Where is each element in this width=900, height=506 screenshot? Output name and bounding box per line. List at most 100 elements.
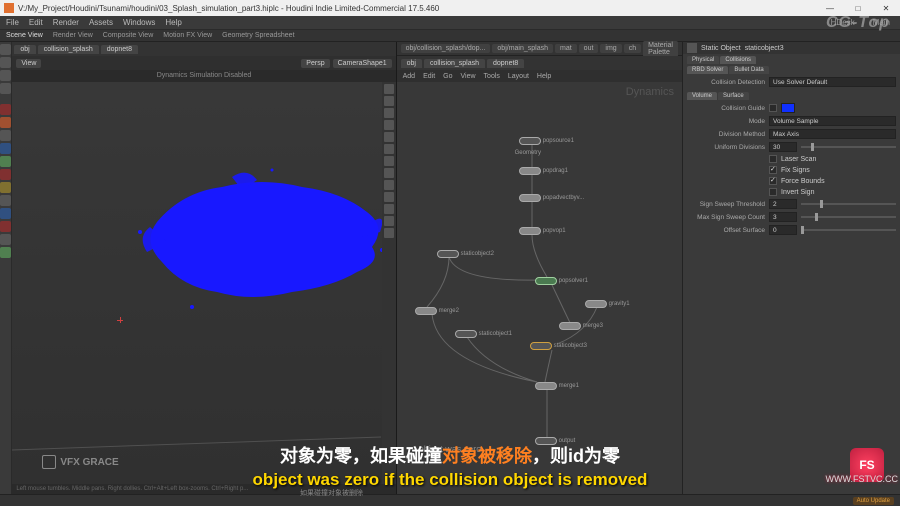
path-seg-dopnet[interactable]: dopnet8	[101, 45, 138, 54]
display-option-icon[interactable]	[384, 204, 394, 214]
minimize-button[interactable]: —	[820, 4, 840, 13]
move-tool-icon[interactable]	[0, 57, 11, 68]
net-menu-help[interactable]: Help	[537, 73, 551, 80]
display-option-icon[interactable]	[384, 168, 394, 178]
path-seg[interactable]: Material Palette	[643, 41, 678, 57]
path-seg-collision[interactable]: collision_splash	[38, 45, 99, 54]
tool-icon[interactable]	[0, 104, 11, 115]
tab-scene-view[interactable]: Scene View	[6, 32, 43, 39]
field-collision-detection[interactable]: Use Solver Default	[769, 77, 896, 87]
tab-motion-fx[interactable]: Motion FX View	[163, 32, 212, 39]
select-tool-icon[interactable]	[0, 44, 11, 55]
network-editor[interactable]: Dynamics popsource1 Geometry	[397, 82, 682, 494]
checkbox-force-bounds[interactable]	[769, 177, 777, 185]
display-option-icon[interactable]	[384, 108, 394, 118]
node-staticobject3[interactable]: staticobject3	[530, 342, 587, 350]
net-menu-edit[interactable]: Edit	[423, 73, 435, 80]
tool-icon[interactable]	[0, 143, 11, 154]
camera-menu-persp[interactable]: Persp	[301, 59, 329, 68]
field-max-sign-sweep[interactable]: 3	[769, 212, 797, 222]
field-mode[interactable]: Volume Sample	[769, 116, 896, 126]
node-merge1[interactable]: merge1	[535, 382, 579, 390]
maximize-button[interactable]: □	[848, 4, 868, 13]
checkbox-fix-signs[interactable]	[769, 166, 777, 174]
tool-icon[interactable]	[0, 208, 11, 219]
path-seg[interactable]: out	[579, 44, 599, 53]
tab-geo-spreadsheet[interactable]: Geometry Spreadsheet	[222, 32, 294, 39]
menu-file[interactable]: File	[6, 18, 19, 27]
display-option-icon[interactable]	[384, 96, 394, 106]
tool-icon[interactable]	[0, 156, 11, 167]
menu-edit[interactable]: Edit	[29, 18, 43, 27]
path-seg[interactable]: img	[600, 44, 621, 53]
node-staticobject1[interactable]: staticobject1	[455, 330, 512, 338]
auto-update-button[interactable]: Auto Update	[853, 497, 894, 505]
path-seg-obj[interactable]: obj	[14, 45, 35, 54]
checkbox-laser-scan[interactable]	[769, 155, 777, 163]
camera-menu-cam[interactable]: CameraShape1	[333, 59, 392, 68]
param-node-name[interactable]: staticobject3	[745, 45, 896, 52]
color-swatch-guide[interactable]	[781, 103, 795, 113]
param-tab-bullet[interactable]: Bullet Data	[729, 66, 768, 74]
tool-icon[interactable]	[0, 195, 11, 206]
node-popvop1[interactable]: popvop1	[519, 227, 566, 235]
rotate-tool-icon[interactable]	[0, 70, 11, 81]
param-tab-surface[interactable]: Surface	[718, 92, 749, 100]
scale-tool-icon[interactable]	[0, 83, 11, 94]
node-staticobject2[interactable]: staticobject2	[437, 250, 494, 258]
display-option-icon[interactable]	[384, 180, 394, 190]
node-merge3[interactable]: merge3	[559, 322, 603, 330]
slider-sign-sweep[interactable]	[801, 203, 896, 205]
node-popdrag1[interactable]: popdrag1	[519, 167, 568, 175]
net-menu-tools[interactable]: Tools	[484, 73, 500, 80]
path-seg[interactable]: obj/collision_splash/dop...	[401, 44, 491, 53]
node-popsolver1[interactable]: popsolver1	[535, 277, 588, 285]
checkbox-collision-guide[interactable]	[769, 104, 777, 112]
tool-icon[interactable]	[0, 247, 11, 258]
slider-uniform-divisions[interactable]	[801, 146, 896, 148]
slider-max-sign-sweep[interactable]	[801, 216, 896, 218]
node-popsource1[interactable]: popsource1	[519, 137, 574, 145]
display-option-icon[interactable]	[384, 228, 394, 238]
3d-viewport[interactable]: VFX GRACE	[12, 82, 381, 484]
field-division-method[interactable]: Max Axis	[769, 129, 896, 139]
node-gravity1[interactable]: gravity1	[585, 300, 630, 308]
close-button[interactable]: ✕	[876, 4, 896, 13]
param-tab-volume[interactable]: Volume	[687, 92, 717, 100]
tool-icon[interactable]	[0, 234, 11, 245]
tool-icon[interactable]	[0, 169, 11, 180]
checkbox-invert-sign[interactable]	[769, 188, 777, 196]
node-merge2[interactable]: merge2	[415, 307, 459, 315]
tab-render-view[interactable]: Render View	[53, 32, 93, 39]
node-geometry[interactable]: Geometry	[515, 150, 541, 156]
tab-composite-view[interactable]: Composite View	[103, 32, 153, 39]
path-seg[interactable]: mat	[555, 44, 577, 53]
tool-icon[interactable]	[0, 182, 11, 193]
slider-offset-surface[interactable]	[801, 229, 896, 231]
net-tab-dopnet[interactable]: dopnet8	[487, 59, 524, 68]
net-tab-collision[interactable]: collision_splash	[424, 59, 485, 68]
display-option-icon[interactable]	[384, 84, 394, 94]
param-tab-collisions[interactable]: Collisions	[720, 56, 756, 64]
view-tool-button[interactable]: View	[16, 59, 41, 68]
field-uniform-divisions[interactable]: 30	[769, 142, 797, 152]
net-menu-layout[interactable]: Layout	[508, 73, 529, 80]
path-seg[interactable]: ch	[624, 44, 641, 53]
display-option-icon[interactable]	[384, 156, 394, 166]
tool-icon[interactable]	[0, 221, 11, 232]
menu-render[interactable]: Render	[53, 18, 79, 27]
tool-icon[interactable]	[0, 117, 11, 128]
net-menu-view[interactable]: View	[461, 73, 476, 80]
menu-windows[interactable]: Windows	[123, 18, 155, 27]
node-popadvect[interactable]: popadvectbyv...	[519, 194, 585, 202]
display-option-icon[interactable]	[384, 144, 394, 154]
display-option-icon[interactable]	[384, 216, 394, 226]
display-option-icon[interactable]	[384, 192, 394, 202]
path-seg[interactable]: obj/main_splash	[492, 44, 553, 53]
menu-help[interactable]: Help	[165, 18, 181, 27]
tool-icon[interactable]	[0, 130, 11, 141]
display-option-icon[interactable]	[384, 132, 394, 142]
param-tab-physical[interactable]: Physical	[687, 56, 719, 64]
menu-assets[interactable]: Assets	[89, 18, 113, 27]
field-sign-sweep[interactable]: 2	[769, 199, 797, 209]
